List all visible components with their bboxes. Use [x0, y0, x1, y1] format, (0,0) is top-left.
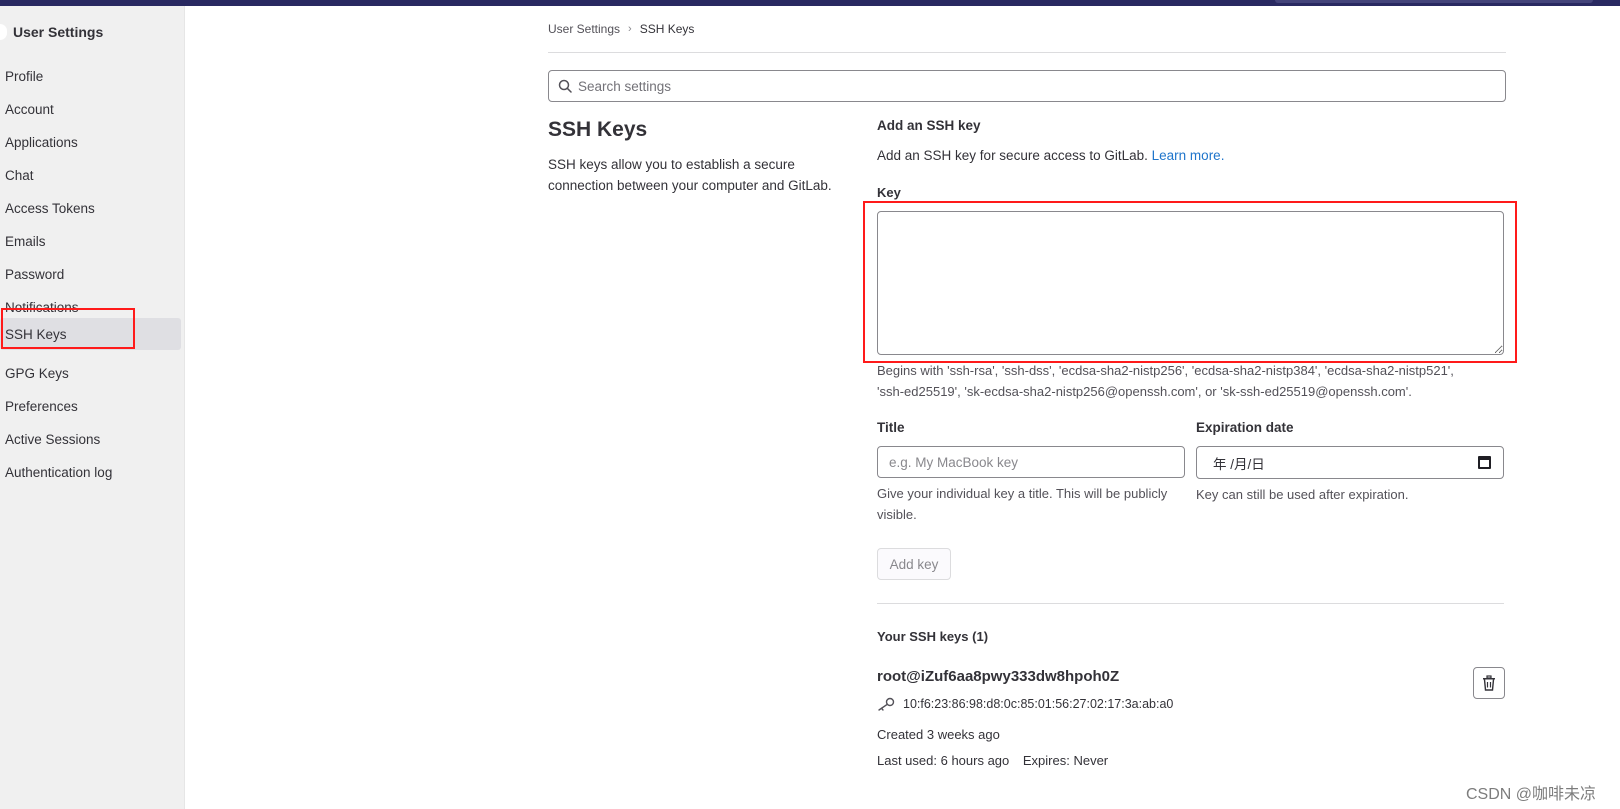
ssh-key-usage: Last used: 6 hours ago Expires: Never — [877, 753, 1108, 768]
add-key-button[interactable]: Add key — [877, 548, 951, 580]
sidebar-item-gpg-keys[interactable]: GPG Keys — [0, 357, 181, 389]
sidebar-item-emails[interactable]: Emails — [0, 225, 181, 257]
add-key-intro: Add an SSH key for secure access to GitL… — [877, 148, 1224, 163]
expiration-date-input[interactable]: 年 /月/日 — [1196, 446, 1504, 479]
add-key-heading: Add an SSH key — [877, 118, 981, 133]
expiration-label: Expiration date — [1196, 420, 1294, 435]
breadcrumb: User Settings › SSH Keys — [548, 22, 694, 36]
sidebar-title: User Settings — [13, 24, 104, 40]
key-help-text: Begins with 'ssh-rsa', 'ssh-dss', 'ecdsa… — [877, 360, 1517, 402]
search-input[interactable] — [578, 78, 1478, 94]
add-key-intro-text: Add an SSH key for secure access to GitL… — [877, 148, 1148, 163]
breadcrumb-current[interactable]: SSH Keys — [640, 22, 695, 36]
learn-more-link[interactable]: Learn more. — [1152, 148, 1225, 163]
sidebar-item-applications[interactable]: Applications — [0, 126, 181, 158]
key-label: Key — [877, 185, 901, 200]
sidebar-item-preferences[interactable]: Preferences — [0, 390, 181, 422]
section-description: SSH keys allow you to establish a secure… — [548, 157, 832, 193]
title-input[interactable] — [877, 446, 1185, 478]
your-keys-heading: Your SSH keys (1) — [877, 629, 989, 644]
sidebar: User Settings Profile Account Applicatio… — [0, 6, 185, 809]
title-help-text: Give your individual key a title. This w… — [877, 486, 1168, 522]
sidebar-item-access-tokens[interactable]: Access Tokens — [0, 192, 181, 224]
sidebar-item-profile[interactable]: Profile — [0, 60, 181, 92]
key-help-line-2: 'ssh-ed25519', 'sk-ecdsa-sha2-nistp256@o… — [877, 384, 1412, 399]
sidebar-item-chat[interactable]: Chat — [0, 159, 181, 191]
key-textarea[interactable] — [877, 211, 1504, 355]
breadcrumb-divider — [548, 52, 1506, 53]
top-search-bar[interactable] — [1275, 0, 1593, 3]
key-help-line-1: Begins with 'ssh-rsa', 'ssh-dss', 'ecdsa… — [877, 363, 1454, 378]
search-box[interactable] — [548, 70, 1506, 102]
watermark: CSDN @咖啡未凉 — [1466, 786, 1597, 803]
search-icon — [558, 79, 572, 93]
breadcrumb-user-settings[interactable]: User Settings — [548, 22, 620, 36]
sidebar-item-account[interactable]: Account — [0, 93, 181, 125]
page-title: SSH Keys — [548, 118, 648, 141]
top-navbar — [0, 0, 1620, 6]
key-icon — [878, 697, 895, 711]
calendar-icon[interactable] — [1478, 456, 1491, 469]
ssh-key-created: Created 3 weeks ago — [877, 727, 1000, 742]
form-divider — [877, 603, 1504, 604]
title-label: Title — [877, 420, 905, 435]
expiration-date-value: 年 /月/日 — [1213, 456, 1265, 472]
sidebar-item-password[interactable]: Password — [0, 258, 181, 290]
sidebar-item-active-sessions[interactable]: Active Sessions — [0, 423, 181, 455]
delete-key-button[interactable] — [1473, 667, 1505, 699]
trash-icon — [1483, 675, 1495, 691]
ssh-key-last-used: Last used: 6 hours ago — [877, 753, 1010, 768]
ssh-key-name[interactable]: root@iZuf6aa8pwy333dw8hpoh0Z — [877, 668, 1119, 685]
ssh-key-fingerprint: 10:f6:23:86:98:d8:0c:85:01:56:27:02:17:3… — [903, 697, 1174, 711]
avatar — [0, 24, 7, 40]
breadcrumb-separator-icon: › — [628, 23, 632, 35]
ssh-key-fingerprint-row: 10:f6:23:86:98:d8:0c:85:01:56:27:02:17:3… — [877, 697, 1173, 711]
sidebar-header[interactable]: User Settings — [0, 22, 103, 42]
sidebar-item-authentication-log[interactable]: Authentication log — [0, 456, 181, 488]
expiration-help-text: Key can still be used after expiration. — [1196, 487, 1409, 502]
sidebar-item-ssh-keys[interactable]: SSH Keys — [0, 318, 181, 350]
ssh-key-expires: Expires: Never — [1022, 753, 1109, 768]
